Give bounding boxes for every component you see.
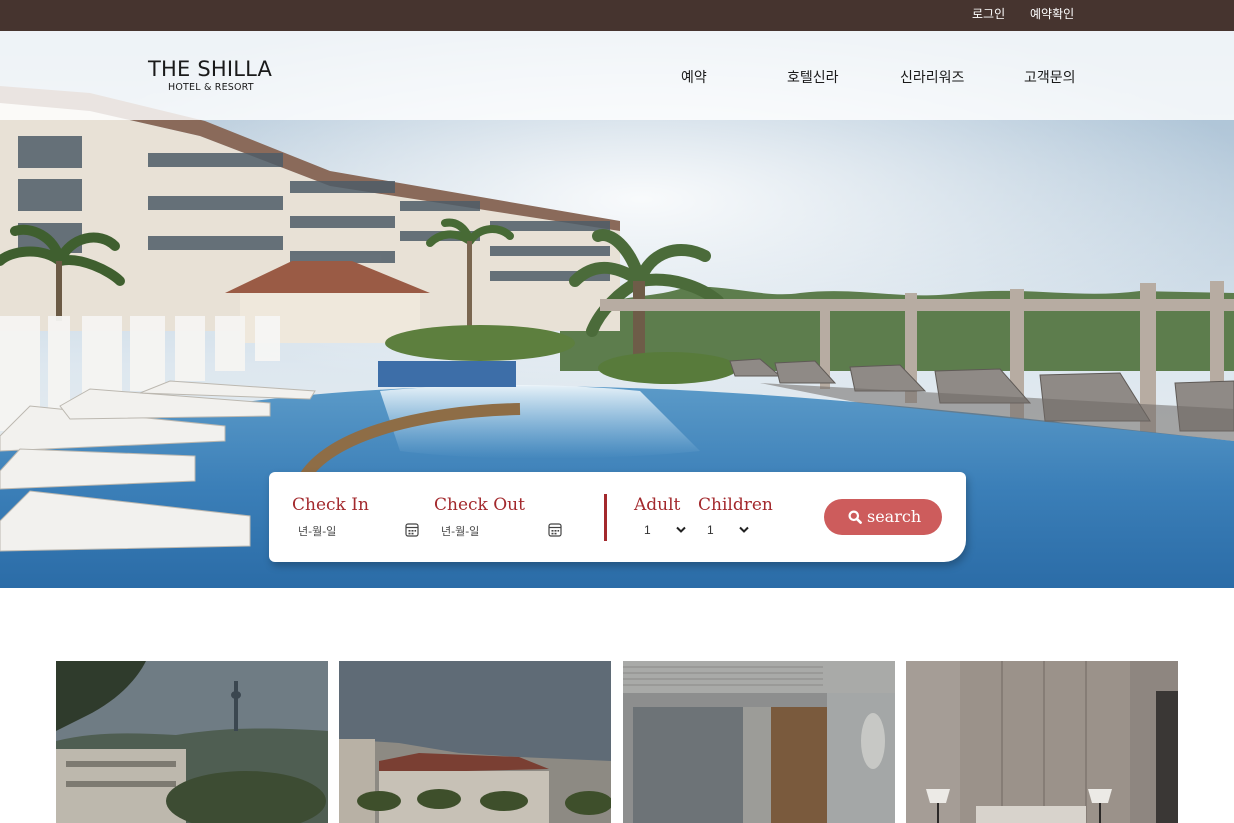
search-button-label: search: [867, 507, 922, 526]
shilla-logo[interactable]: THE SHILLA HOTEL & RESORT: [148, 57, 278, 93]
login-link[interactable]: 로그인: [972, 5, 1005, 22]
search-icon: [848, 510, 862, 524]
chevron-down-icon: [739, 526, 749, 533]
section-divider: [604, 494, 607, 541]
top-utility-bar: 로그인 예약확인: [0, 0, 1234, 31]
adult-label: Adult: [634, 495, 681, 515]
adult-count-select[interactable]: 1: [638, 522, 686, 540]
logo-subtitle: HOTEL & RESORT: [168, 82, 254, 93]
check-in-label: Check In: [292, 495, 369, 515]
reservation-check-link[interactable]: 예약확인: [1030, 5, 1074, 22]
hotel-bedroom-image: [906, 661, 1178, 823]
children-label: Children: [698, 495, 773, 515]
jeju-resort-exterior-image: [339, 661, 611, 823]
nav-customer-inquiry[interactable]: 고객문의: [1024, 67, 1076, 87]
seoul-city-view-image: [56, 661, 328, 823]
gallery-card-seoul-view[interactable]: [56, 661, 328, 823]
children-count-value: 1: [707, 523, 714, 537]
gallery-card-bedroom[interactable]: [906, 661, 1178, 823]
nav-shilla-rewards[interactable]: 신라리워즈: [900, 67, 964, 87]
calendar-icon[interactable]: [405, 522, 419, 537]
check-in-placeholder: 년-월-일: [298, 525, 337, 538]
check-out-placeholder: 년-월-일: [441, 525, 480, 538]
children-count-select[interactable]: 1: [701, 522, 749, 540]
chevron-down-icon: [676, 526, 686, 533]
site-header: THE SHILLA HOTEL & RESORT 예약 호텔신라 신라리워즈 …: [0, 31, 1234, 120]
booking-search-panel: Check In Check Out 년-월-일 년-월-일 Adult Chi…: [269, 472, 966, 562]
check-out-date-input[interactable]: 년-월-일: [437, 522, 562, 540]
logo-brand: THE SHILLA: [148, 57, 273, 81]
nav-hotel-shilla[interactable]: 호텔신라: [787, 67, 839, 87]
gallery-card-room-window[interactable]: [623, 661, 895, 823]
hotel-room-window-image: [623, 661, 895, 823]
nav-reservation[interactable]: 예약: [681, 67, 707, 87]
calendar-icon[interactable]: [548, 522, 562, 537]
search-button[interactable]: search: [824, 499, 942, 535]
gallery-card-jeju-resort[interactable]: [339, 661, 611, 823]
check-in-date-input[interactable]: 년-월-일: [294, 522, 419, 540]
adult-count-value: 1: [644, 523, 651, 537]
check-out-label: Check Out: [434, 495, 525, 515]
